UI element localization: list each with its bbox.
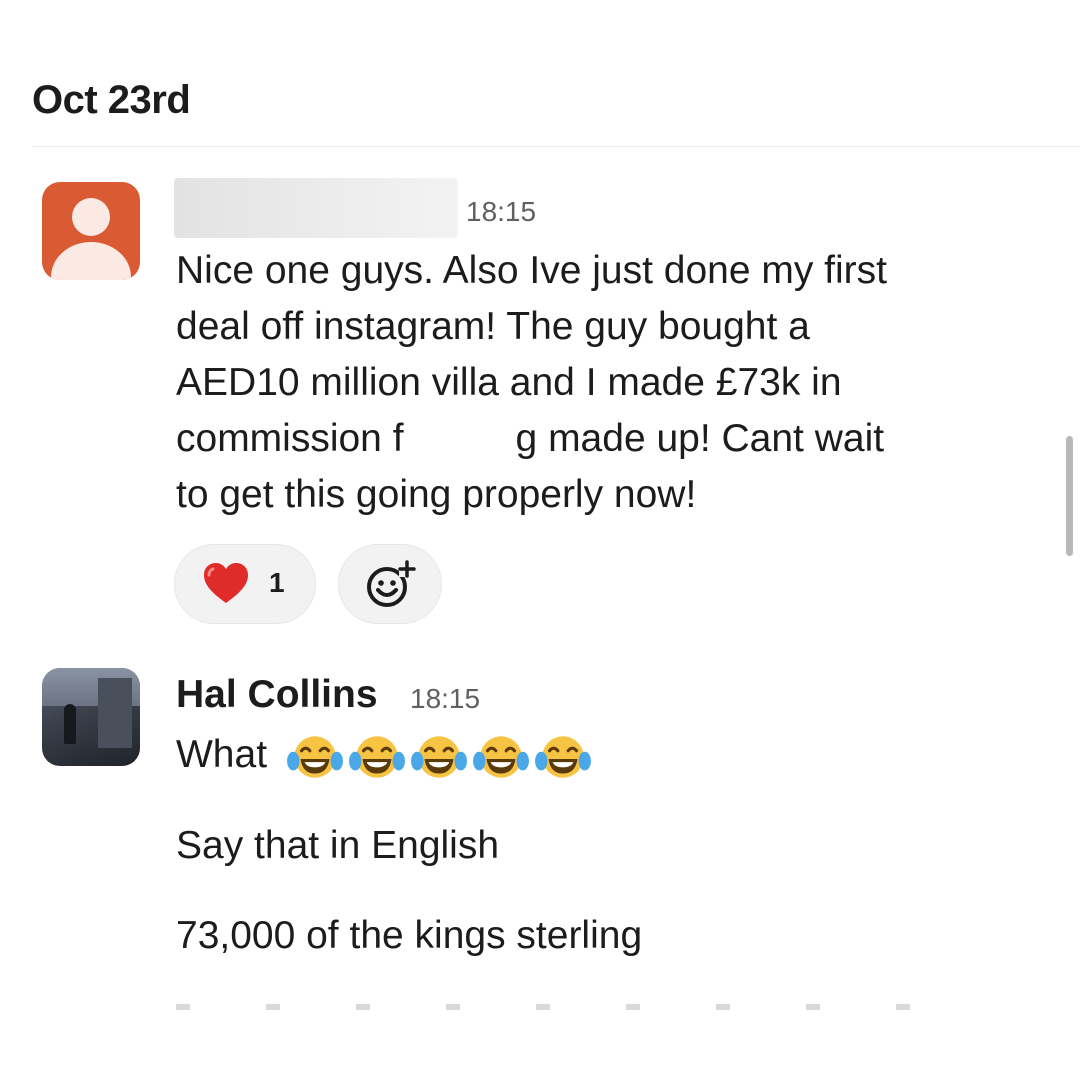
- photo-building: [98, 678, 132, 748]
- redacted-sender-name: [174, 178, 458, 238]
- tears-of-joy-emoji-icon: [348, 736, 405, 779]
- message-timestamp[interactable]: 18:15: [466, 196, 536, 228]
- user-silhouette-body: [51, 242, 131, 280]
- message-text-fragment: g made up! Cant wait: [515, 417, 885, 460]
- date-divider-label[interactable]: Oct 23rd: [32, 78, 191, 123]
- user-avatar-photo[interactable]: [42, 668, 140, 766]
- photo-person: [64, 704, 76, 744]
- message-text-line: commission f g made up! Cant wait: [176, 411, 884, 467]
- sender-name[interactable]: Hal Collins: [176, 673, 378, 717]
- message-timestamp[interactable]: 18:15: [410, 683, 480, 715]
- reaction-count: 1: [269, 567, 285, 598]
- tears-of-joy-emoji-icon: [472, 736, 529, 779]
- emoji-group: [286, 729, 596, 785]
- tears-of-joy-emoji-icon: [534, 736, 591, 779]
- add-reaction-button[interactable]: [338, 544, 442, 624]
- tears-of-joy-emoji-icon: [286, 736, 343, 779]
- message-text-fragment: What: [176, 733, 268, 776]
- tears-of-joy-emoji-icon: [410, 736, 467, 779]
- user-silhouette-head: [72, 198, 110, 236]
- message-text-line: deal off instagram! The guy bought a: [176, 305, 810, 348]
- message-text-line: Nice one guys. Also Ive just done my fir…: [176, 249, 887, 292]
- scrollbar-thumb[interactable]: [1066, 436, 1073, 556]
- date-divider-line: [32, 146, 1080, 147]
- chat-view: Oct 23rd 18:15 Nice one guys. Also Ive j…: [0, 0, 1080, 1080]
- default-user-avatar[interactable]: [42, 182, 140, 280]
- message-text-line: AED10 million villa and I made £73k in: [176, 361, 842, 404]
- message-text-line: Say that in English: [176, 824, 500, 867]
- message-text-line: to get this going properly now!: [176, 473, 697, 516]
- add-reaction-icon: [367, 560, 416, 607]
- heart-emoji-icon: [204, 563, 248, 603]
- message-text-line: What: [176, 727, 596, 785]
- heart-reaction-button[interactable]: 1: [174, 544, 316, 624]
- message-text-fragment: commission f: [176, 417, 404, 460]
- cut-off-next-line: [176, 1004, 976, 1010]
- message-text-line: 73,000 of the kings sterling: [176, 914, 643, 957]
